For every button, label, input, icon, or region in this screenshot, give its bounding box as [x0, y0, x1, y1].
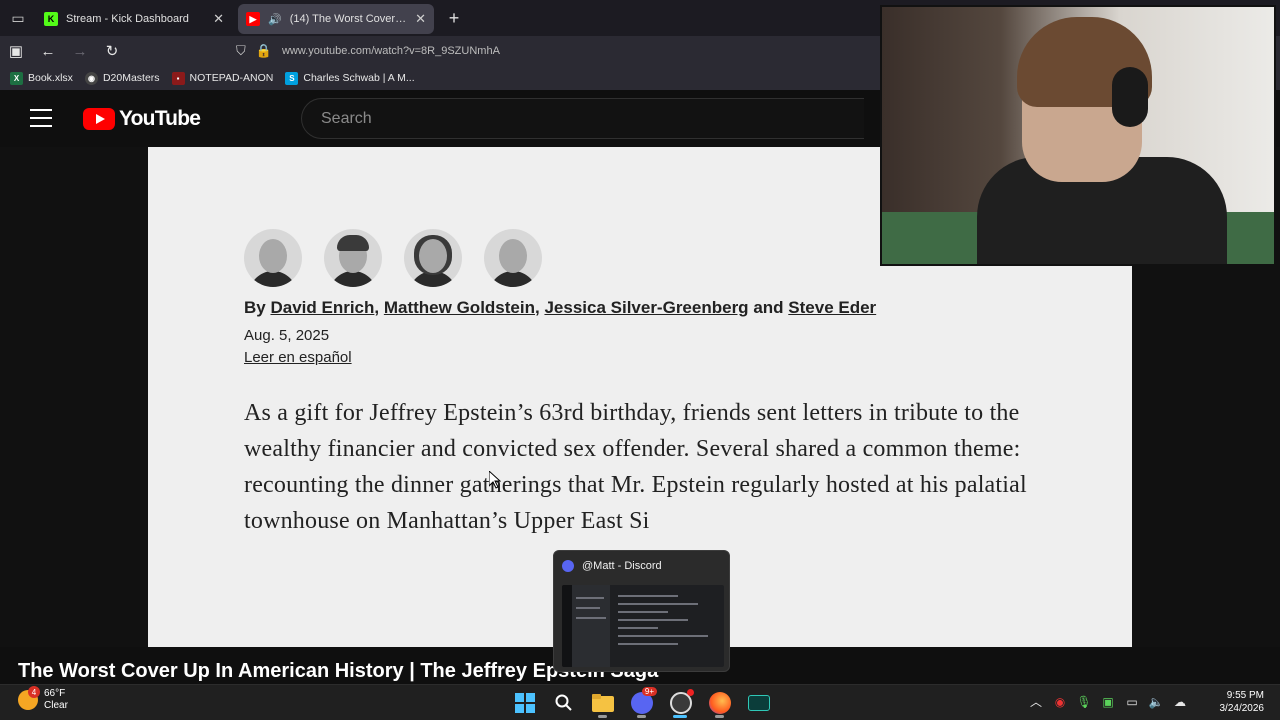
youtube-play-icon — [83, 108, 115, 130]
discord-icon — [562, 560, 574, 572]
bookmark-label: Book.xlsx — [28, 72, 73, 84]
discord-icon[interactable]: 9+ — [628, 687, 657, 718]
url-text[interactable]: www.youtube.com/watch?v=8R_9SZUNmhA — [282, 45, 500, 57]
tab-list-icon[interactable]: ▭ — [0, 0, 36, 36]
start-button[interactable] — [511, 689, 538, 716]
discord-badge: 9+ — [641, 687, 657, 696]
schwab-icon: S — [285, 71, 299, 85]
preview-header: @Matt - Discord — [554, 551, 729, 581]
byline-comma: , — [374, 298, 380, 317]
lock-icon[interactable]: 🔒 — [256, 43, 272, 59]
weather-temp: 66°F — [44, 688, 66, 699]
firefox-icon[interactable] — [706, 689, 733, 718]
system-clock[interactable]: 9:55 PM 3/24/2026 — [1212, 689, 1265, 715]
mouse-cursor-icon — [489, 471, 501, 489]
search-icon[interactable] — [550, 689, 577, 716]
screen: ▭ K Stream - Kick Dashboard ✕ ▶ 🔊 (14) T… — [0, 0, 1280, 720]
youtube-logo[interactable]: YouTube — [83, 107, 201, 131]
close-icon[interactable]: ✕ — [213, 11, 224, 27]
author-name: Steve Eder — [788, 298, 877, 317]
youtube-icon: ▶ — [246, 12, 260, 26]
byline-comma: , — [534, 298, 540, 317]
author-avatar — [244, 229, 302, 287]
weather-badge: 4 — [28, 686, 40, 698]
webcam-overlay — [880, 5, 1276, 266]
sidebar-toggle-icon[interactable]: ▣ — [0, 36, 32, 66]
reload-button[interactable]: ↻ — [96, 36, 128, 66]
bookmark-notepad[interactable]: ▪ NOTEPAD-ANON — [171, 71, 274, 85]
author-name: David Enrich — [270, 298, 375, 317]
obs-icon[interactable] — [667, 689, 694, 718]
volume-icon[interactable]: 🔈 — [1148, 695, 1164, 709]
nvidia-icon[interactable]: ▣ — [1100, 695, 1116, 709]
author-avatars — [244, 229, 542, 287]
author-avatar — [324, 229, 382, 287]
article-date: Aug. 5, 2025 — [244, 327, 330, 344]
new-tab-button[interactable]: + — [440, 8, 468, 29]
microphone-icon[interactable]: 🎙 — [1076, 695, 1092, 709]
excel-icon: X — [10, 71, 23, 85]
author-name: Jessica Silver-Greenberg — [544, 298, 749, 317]
author-avatar — [404, 229, 462, 287]
file-explorer-icon[interactable] — [589, 689, 616, 718]
bookmark-label: Charles Schwab | A M... — [303, 72, 415, 84]
speaker-icon[interactable]: 🔊 — [268, 13, 282, 26]
spanish-link: Leer en español — [244, 349, 352, 366]
kick-icon: K — [44, 12, 58, 26]
search-input[interactable]: Search — [301, 98, 864, 139]
tab-kick-dashboard[interactable]: K Stream - Kick Dashboard ✕ — [36, 4, 232, 34]
byline-and: and — [753, 298, 784, 317]
shield-icon[interactable]: ⛉ — [236, 43, 246, 59]
author-name: Matthew Goldstein — [383, 298, 535, 317]
bookmark-book[interactable]: X Book.xlsx — [10, 71, 73, 85]
menu-icon[interactable] — [30, 109, 52, 127]
onedrive-icon[interactable]: ☁ — [1172, 695, 1188, 709]
taskbar-apps: 9+ — [511, 687, 772, 718]
bookmark-d20masters[interactable]: ◉ D20Masters — [84, 71, 160, 85]
byline-prefix: By — [244, 298, 266, 317]
clock-date: 3/24/2026 — [1219, 703, 1265, 714]
byline: By David Enrich, Matthew Goldstein, Jess… — [244, 298, 876, 318]
tab-title: Stream - Kick Dashboard — [66, 13, 189, 25]
back-button[interactable]: ← — [32, 36, 64, 66]
notepad-icon: ▪ — [171, 71, 185, 85]
weather-widget[interactable]: 4 66°F Clear — [18, 686, 68, 712]
bookmark-schwab[interactable]: S Charles Schwab | A M... — [285, 71, 415, 85]
bookmark-label: D20Masters — [102, 72, 160, 84]
close-icon[interactable]: ✕ — [415, 11, 426, 27]
preview-title: @Matt - Discord — [582, 560, 662, 572]
chevron-up-icon[interactable]: ︿ — [1028, 693, 1044, 710]
weather-condition: Clear — [44, 700, 68, 711]
forward-button[interactable]: → — [64, 36, 96, 66]
system-tray: ︿ ◉ 🎙 ▣ ▭ 🔈 ☁ — [1028, 693, 1188, 710]
d20-icon: ◉ — [84, 71, 98, 85]
network-icon[interactable]: ▭ — [1124, 695, 1140, 709]
address-bar[interactable]: ⛉ 🔒 www.youtube.com/watch?v=8R_9SZUNmhA — [236, 38, 876, 64]
windows-taskbar: 4 66°F Clear 9+ ︿ ◉ 🎙 ▣ ▭ 🔈 ☁ 9:55 PM 3/… — [0, 684, 1280, 720]
weather-sun-icon: 4 — [18, 686, 40, 710]
bookmark-label: NOTEPAD-ANON — [189, 72, 274, 84]
author-avatar — [484, 229, 542, 287]
youtube-wordmark: YouTube — [119, 107, 201, 130]
discord-window-preview[interactable]: @Matt - Discord — [553, 550, 730, 672]
terminal-app-icon[interactable] — [745, 689, 772, 716]
article-lede: As a gift for Jeffrey Epstein’s 63rd bir… — [244, 400, 1027, 534]
search-placeholder: Search — [321, 109, 372, 127]
tab-youtube[interactable]: ▶ 🔊 (14) The Worst Cover Up In ✕ — [238, 4, 434, 34]
clock-time: 9:55 PM — [1226, 690, 1264, 701]
obs-tray-icon[interactable]: ◉ — [1052, 695, 1068, 709]
tab-title: (14) The Worst Cover Up In — [289, 13, 407, 25]
preview-thumbnail — [562, 585, 724, 667]
